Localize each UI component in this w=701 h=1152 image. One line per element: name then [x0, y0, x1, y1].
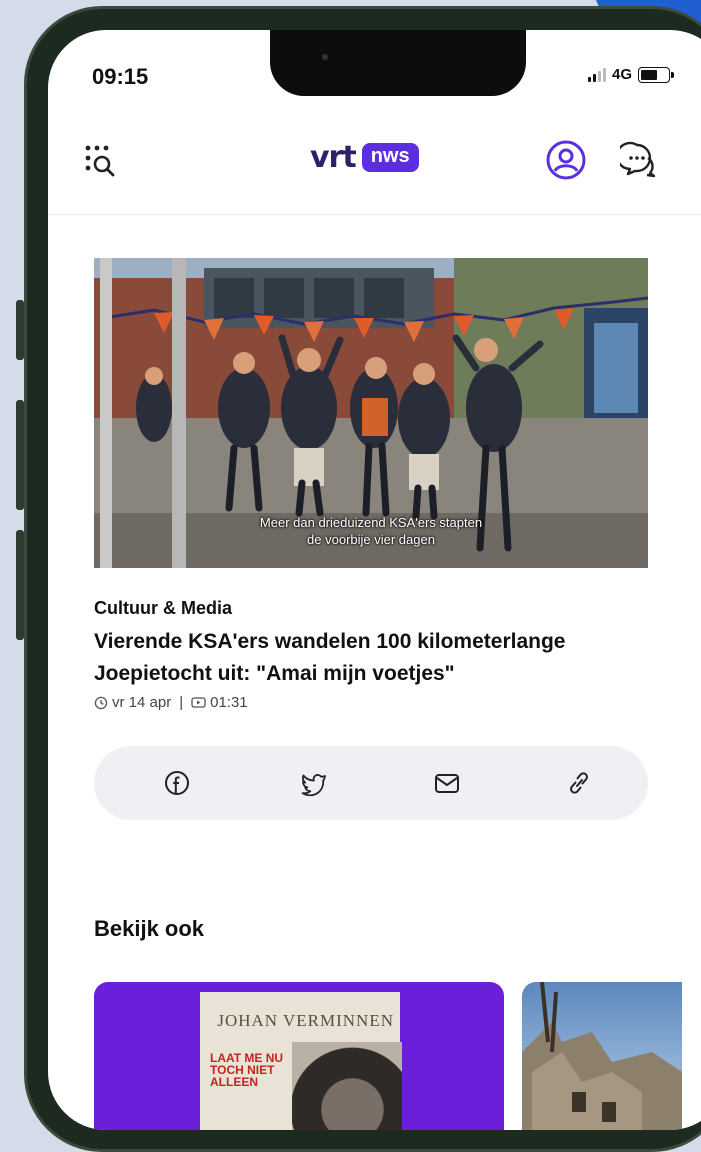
caption-line-1: Meer dan drieduizend KSA'ers stapten	[259, 515, 483, 530]
section-title-see-also: Bekijk ook	[94, 916, 205, 941]
see-also-card[interactable]: JOHAN VERMINNEN LAAT ME NU TOCH NIET ALL…	[94, 982, 504, 1130]
article-category[interactable]: Cultuur & Media	[94, 598, 232, 619]
share-bar	[94, 746, 648, 820]
video-caption: Meer dan drieduizend KSA'ers stapten de …	[94, 514, 648, 548]
video-duration: 01:31	[210, 694, 248, 711]
signal-icon	[588, 67, 606, 82]
caption-line-2: de voorbije vier dagen	[307, 532, 435, 547]
mail-icon[interactable]	[432, 768, 462, 798]
article-date: vr 14 apr	[112, 694, 172, 711]
article-meta: vr 14 apr | 01:31	[94, 694, 248, 711]
phone-side-button	[16, 300, 24, 360]
album-artist: JOHAN VERMINNEN	[217, 1011, 394, 1030]
article-video[interactable]: Meer dan drieduizend KSA'ers stapten de …	[94, 258, 648, 568]
logo-text: vrt	[310, 140, 357, 175]
search-icon[interactable]	[82, 140, 122, 180]
ruins-photo	[522, 982, 682, 1130]
phone-notch	[270, 30, 526, 96]
album-title: LAAT ME NU TOCH NIET ALLEEN	[210, 1051, 284, 1089]
status-indicators: 4G	[588, 66, 675, 83]
album-cover-image: JOHAN VERMINNEN LAAT ME NU TOCH NIET ALL…	[200, 992, 402, 1130]
vrt-nws-logo[interactable]: vrt nws	[310, 140, 419, 175]
twitter-icon[interactable]	[298, 768, 328, 798]
meta-separator: |	[179, 694, 184, 711]
network-label: 4G	[612, 66, 633, 83]
see-also-card[interactable]	[522, 982, 682, 1130]
battery-icon	[638, 66, 675, 83]
phone-side-button	[16, 530, 24, 640]
phone-side-button	[16, 400, 24, 510]
clock-icon	[94, 696, 108, 709]
logo-badge: nws	[361, 143, 419, 172]
facebook-icon[interactable]	[162, 768, 192, 798]
video-icon	[191, 697, 206, 708]
article-headline[interactable]: Vierende KSA'ers wandelen 100 kilometerl…	[94, 626, 664, 690]
profile-icon[interactable]	[544, 138, 588, 182]
app-header: vrt nws	[48, 130, 701, 215]
chat-icon[interactable]	[620, 140, 660, 180]
link-icon[interactable]	[564, 768, 594, 798]
status-time: 09:15	[92, 64, 149, 89]
phone-screen: 09:15 4G vrt nws Meer dan drieduizend KS…	[48, 30, 701, 1130]
